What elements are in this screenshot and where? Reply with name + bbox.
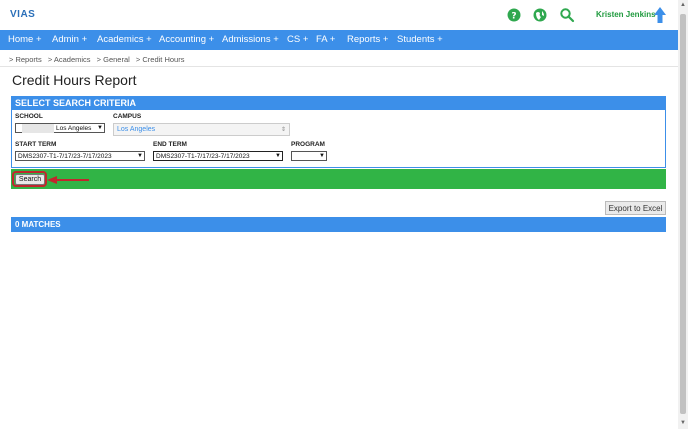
export-excel-button[interactable]: Export to Excel: [605, 201, 666, 215]
chevron-down-icon: ▼: [275, 153, 281, 159]
end-term-value: DMS2307-T1-7/17/23-7/17/2023: [156, 153, 250, 160]
school-label: SCHOOL: [15, 113, 43, 120]
program-label: PROGRAM: [291, 141, 325, 148]
nav-admissions[interactable]: Admissions +: [222, 30, 279, 50]
chevron-down-icon: ▼: [319, 153, 325, 159]
scroll-up-icon[interactable]: ▲: [680, 2, 686, 8]
campus-select-value: Los Angeles: [117, 126, 156, 133]
matches-bar: 0 MATCHES: [11, 217, 666, 232]
breadcrumb-credit-hours: > Credit Hours: [135, 55, 185, 64]
pointer-arrow-icon: [47, 176, 89, 184]
school-select-value: Los Angeles: [56, 125, 92, 132]
vias-logo[interactable]: VIAS: [10, 9, 35, 20]
nav-academics[interactable]: Academics +: [97, 30, 152, 50]
divider: [0, 66, 678, 67]
scroll-thumb[interactable]: [680, 14, 686, 414]
svg-text:?: ?: [511, 12, 516, 22]
nav-home[interactable]: Home +: [8, 30, 42, 50]
school-redacted: [22, 124, 54, 133]
chevron-down-icon: ▼: [137, 153, 143, 159]
globe-icon[interactable]: [532, 7, 548, 23]
search-icon[interactable]: [559, 7, 575, 23]
user-name[interactable]: Kristen Jenkins: [596, 10, 656, 19]
scroll-down-icon[interactable]: ▼: [680, 420, 686, 426]
start-term-select[interactable]: DMS2307-T1-7/17/23-7/17/2023 ▼: [15, 151, 145, 161]
nav-reports[interactable]: Reports +: [347, 30, 388, 50]
page-title: Credit Hours Report: [12, 72, 137, 88]
campus-select[interactable]: Los Angeles ⇕: [113, 123, 290, 136]
nav-students[interactable]: Students +: [397, 30, 443, 50]
top-bar: VIAS ? Kristen Jenkins: [0, 0, 678, 30]
nav-accounting[interactable]: Accounting +: [159, 30, 214, 50]
nav-cs[interactable]: CS +: [287, 30, 308, 50]
search-highlight: [12, 171, 47, 187]
end-term-label: END TERM: [153, 141, 187, 148]
help-icon[interactable]: ?: [506, 7, 522, 23]
up-arrow-icon[interactable]: [653, 6, 667, 24]
page: VIAS ? Kristen Jenkins Home + Admin + Ac…: [0, 0, 678, 429]
action-bar: [11, 169, 666, 189]
nav-fa[interactable]: FA +: [316, 30, 335, 50]
main-nav: Home + Admin + Academics + Accounting + …: [0, 30, 678, 50]
campus-label: CAMPUS: [113, 113, 142, 120]
chevron-down-icon: ▼: [97, 125, 103, 131]
criteria-header: SELECT SEARCH CRITERIA: [11, 96, 666, 110]
breadcrumb-reports[interactable]: > Reports: [9, 55, 42, 64]
start-term-label: START TERM: [15, 141, 57, 148]
breadcrumb-academics[interactable]: > Academics: [48, 55, 91, 64]
breadcrumb-general[interactable]: > General: [97, 55, 130, 64]
sort-arrows-icon: ⇕: [280, 127, 286, 133]
breadcrumb: > Reports > Academics > General > Credit…: [9, 55, 188, 64]
end-term-select[interactable]: DMS2307-T1-7/17/23-7/17/2023 ▼: [153, 151, 283, 161]
program-select[interactable]: ▼: [291, 151, 327, 161]
nav-admin[interactable]: Admin +: [52, 30, 87, 50]
start-term-value: DMS2307-T1-7/17/23-7/17/2023: [18, 153, 112, 160]
